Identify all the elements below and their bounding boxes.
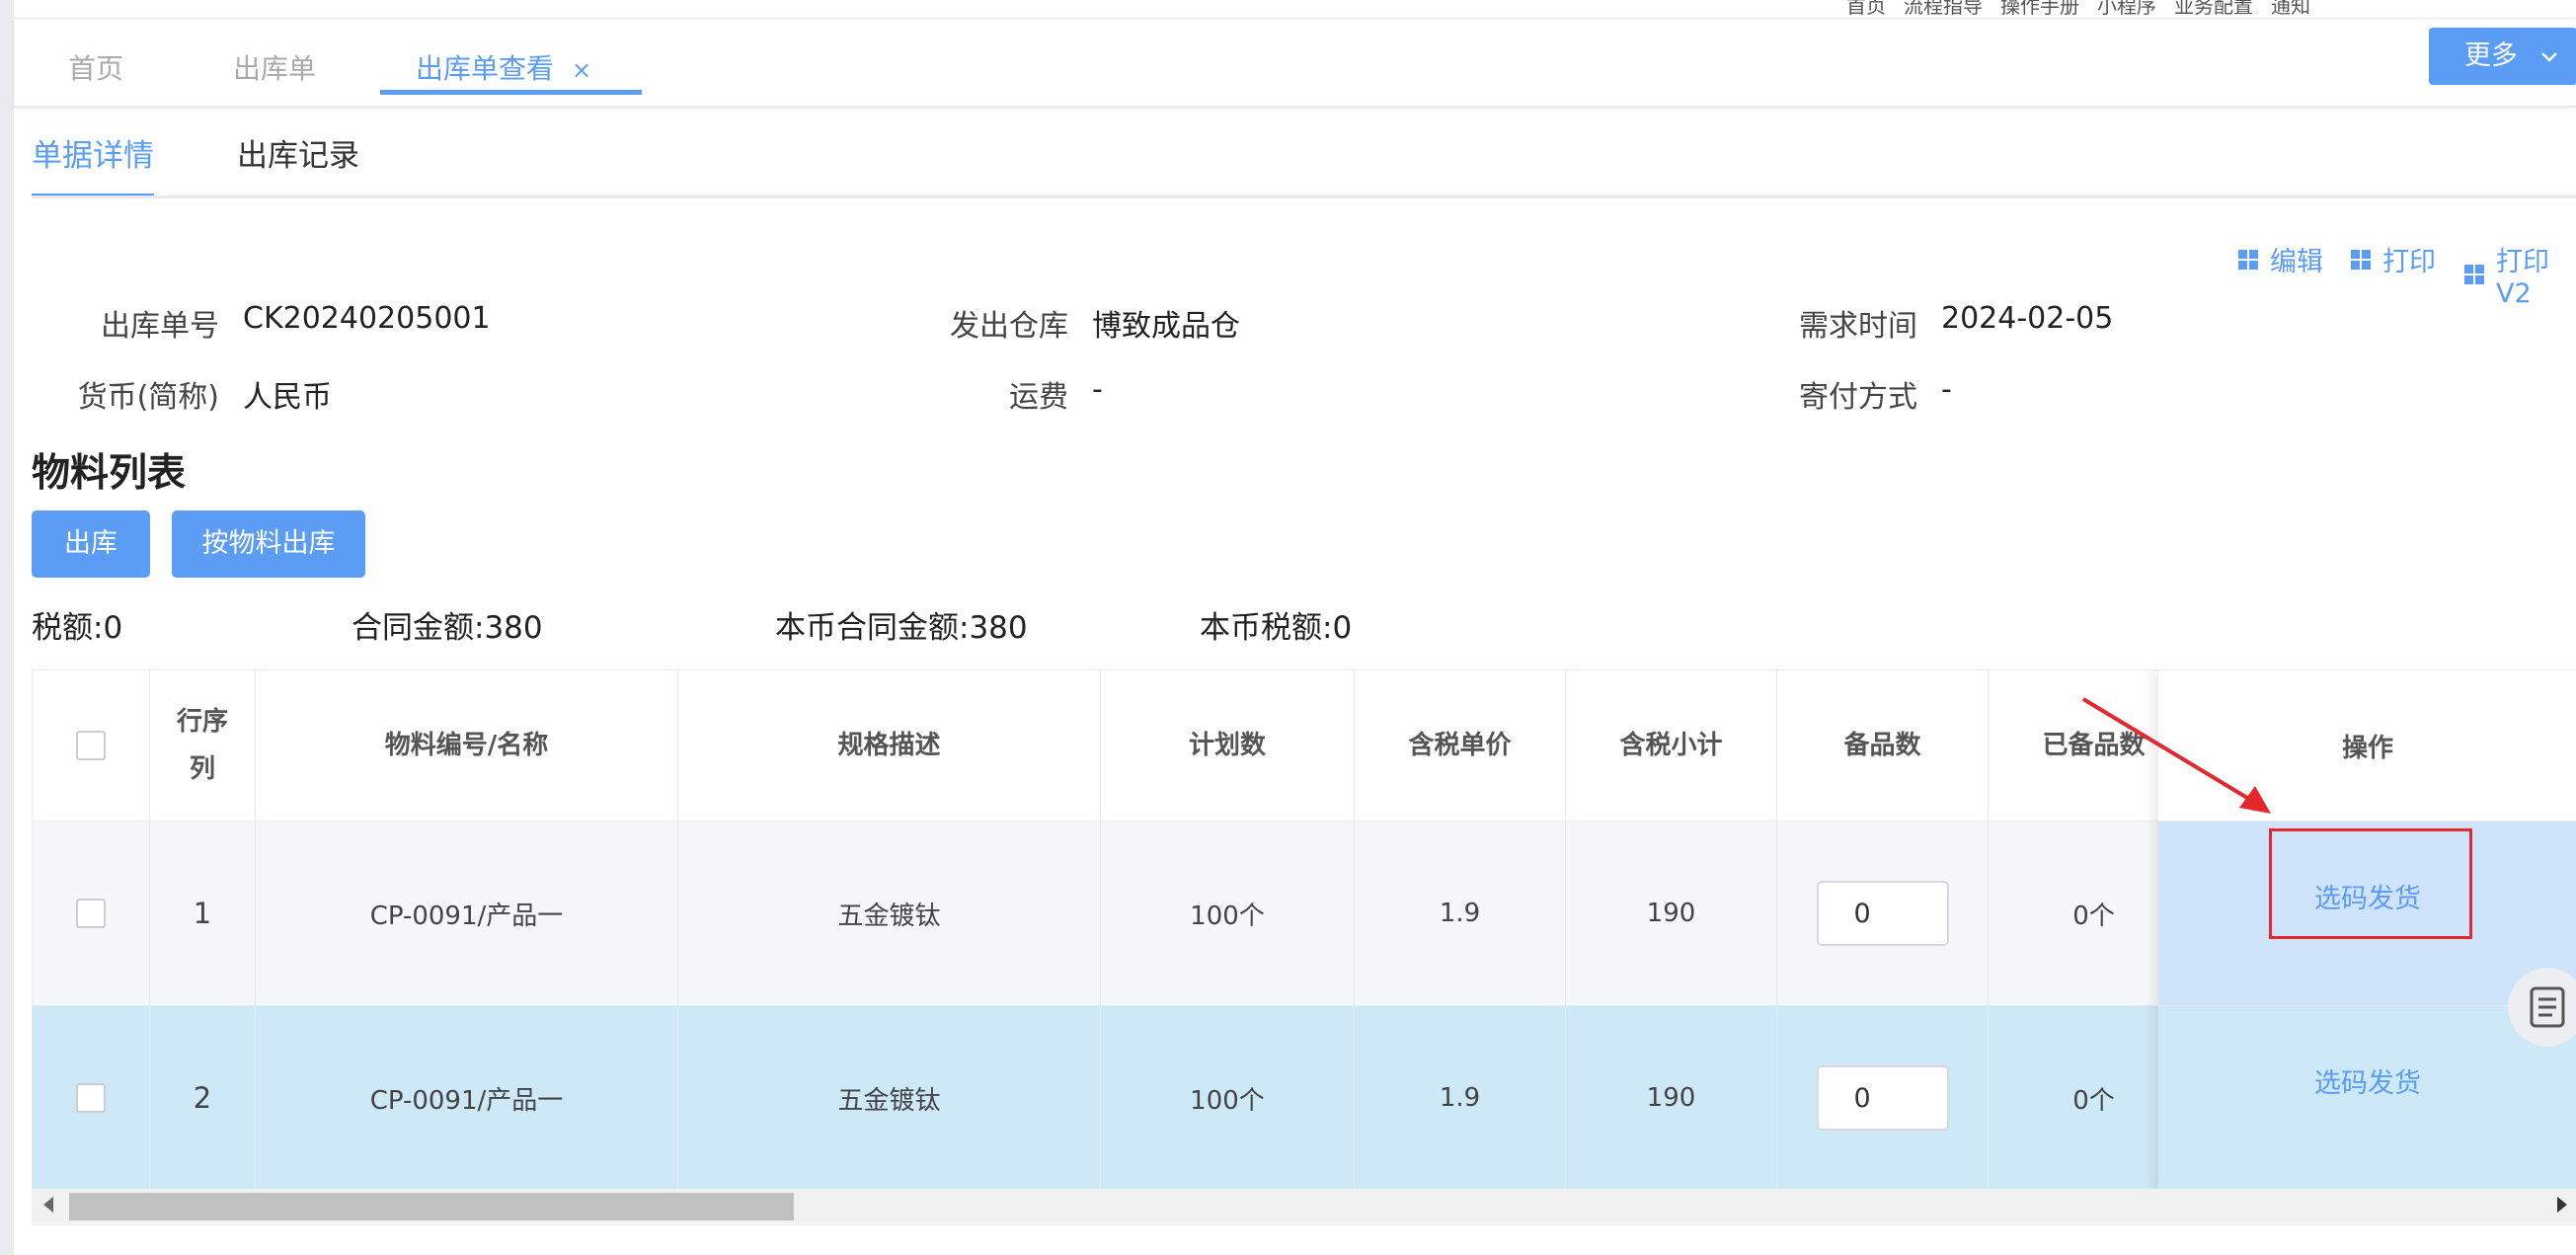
grid-icon bbox=[2464, 265, 2484, 284]
row-subtotal: 190 bbox=[1566, 1006, 1777, 1190]
print-v2-action-label: 打印V2 bbox=[2496, 247, 2549, 309]
more-button-label: 更多 bbox=[2464, 40, 2518, 71]
print-v2-action[interactable]: 打印V2 bbox=[2464, 240, 2576, 309]
row-seq: 2 bbox=[150, 1006, 256, 1190]
select-code-ship-link[interactable]: 选码发货 bbox=[2314, 1061, 2421, 1100]
row-checkbox[interactable] bbox=[76, 1083, 106, 1113]
order-no-value: CK20240205001 bbox=[243, 301, 491, 336]
row-spec: 五金镀钛 bbox=[678, 822, 1101, 1005]
header-plan: 计划数 bbox=[1101, 670, 1355, 821]
top-link-manual[interactable]: 操作手册 bbox=[2000, 0, 2079, 18]
tab-outbound-view[interactable]: 出库单查看 × bbox=[380, 39, 642, 95]
top-link-guide[interactable]: 流程指导 bbox=[1904, 0, 1983, 18]
annotation-highlight-box bbox=[2269, 828, 2472, 939]
currency-value: 人民币 bbox=[243, 380, 332, 415]
row-plan: 100个 bbox=[1101, 1006, 1355, 1190]
summary-local-contract-amount: 本币合同金额:380 bbox=[775, 610, 1028, 646]
scrollbar-thumb[interactable] bbox=[69, 1193, 794, 1220]
row-prepare-cell: 0 bbox=[1777, 822, 1989, 1005]
demand-time-label: 需求时间 bbox=[1799, 309, 1917, 344]
print-action[interactable]: 打印 bbox=[2351, 240, 2436, 278]
select-all-checkbox[interactable] bbox=[76, 731, 106, 760]
shipping-value: - bbox=[1941, 372, 1952, 407]
edit-action[interactable]: 编辑 bbox=[2238, 240, 2323, 278]
warehouse-label: 发出仓库 bbox=[950, 309, 1068, 344]
row-select-cell bbox=[33, 822, 150, 1005]
tab-outbound-list[interactable]: 出库单 bbox=[233, 39, 316, 100]
row-select-cell bbox=[33, 1006, 150, 1190]
summary-contract-amount: 合同金额:380 bbox=[351, 610, 543, 646]
header-seq-line2: 列 bbox=[189, 754, 215, 784]
tab-home-label: 首页 bbox=[68, 52, 124, 85]
summary-tax: 税额:0 bbox=[32, 610, 123, 646]
header-seq-line1: 行序 bbox=[176, 707, 228, 737]
select-all-cell bbox=[33, 670, 150, 821]
row-material: CP-0091/产品一 bbox=[256, 1006, 678, 1190]
close-icon[interactable]: × bbox=[572, 56, 591, 84]
document-icon bbox=[2530, 986, 2565, 1028]
subtab-records[interactable]: 出库记录 bbox=[237, 128, 359, 194]
top-link-notify[interactable]: 通知 bbox=[2271, 0, 2310, 18]
left-edge-strip bbox=[0, 0, 14, 1255]
tab-outbound-list-label: 出库单 bbox=[233, 52, 317, 85]
more-button[interactable]: 更多 bbox=[2429, 28, 2576, 85]
summary-local-tax: 本币税额:0 bbox=[1200, 610, 1353, 646]
subtab-divider bbox=[32, 196, 2576, 198]
tab-bar: 首页 出库单 出库单查看 × bbox=[14, 19, 2576, 108]
header-unit-price: 含税单价 bbox=[1355, 670, 1566, 821]
chevron-down-icon bbox=[2540, 51, 2557, 62]
header-seq: 行序 列 bbox=[150, 670, 256, 821]
top-link-miniapp[interactable]: 小程序 bbox=[2097, 0, 2156, 18]
row-plan: 100个 bbox=[1101, 822, 1355, 1005]
top-link-home[interactable]: 首页 bbox=[1846, 0, 1886, 18]
row-seq: 1 bbox=[150, 822, 256, 1005]
header-subtotal: 含税小计 bbox=[1566, 670, 1777, 821]
edit-action-label: 编辑 bbox=[2270, 247, 2323, 277]
print-action-label: 打印 bbox=[2382, 247, 2436, 277]
top-links: 首页 流程指导 操作手册 小程序 业务配置 通知 bbox=[1846, 0, 2328, 18]
row-material: CP-0091/产品一 bbox=[256, 822, 678, 1005]
row-prepare-cell: 0 bbox=[1777, 1006, 1989, 1190]
freight-value: - bbox=[1092, 372, 1103, 407]
row-unit-price: 1.9 bbox=[1355, 822, 1566, 1005]
grid-icon bbox=[2351, 249, 2371, 270]
header-prepare: 备品数 bbox=[1777, 670, 1989, 821]
outbound-button[interactable]: 出库 bbox=[32, 510, 150, 578]
subtab-detail[interactable]: 单据详情 bbox=[32, 128, 154, 198]
scroll-right-arrow-icon[interactable] bbox=[2557, 1197, 2567, 1213]
tab-outbound-view-label: 出库单查看 bbox=[416, 52, 555, 85]
row-operation-cell: 选码发货 bbox=[2158, 1006, 2576, 1190]
prepare-qty-input[interactable]: 0 bbox=[1816, 1065, 1949, 1131]
row-checkbox[interactable] bbox=[76, 899, 106, 928]
header-spec: 规格描述 bbox=[678, 670, 1101, 821]
freight-label: 运费 bbox=[1009, 380, 1068, 415]
top-link-config[interactable]: 业务配置 bbox=[2174, 0, 2253, 18]
scroll-left-arrow-icon[interactable] bbox=[43, 1197, 53, 1213]
row-unit-price: 1.9 bbox=[1355, 1006, 1566, 1190]
order-no-label: 出库单号 bbox=[101, 309, 219, 344]
currency-label: 货币(简称) bbox=[77, 380, 219, 415]
row-spec: 五金镀钛 bbox=[678, 1006, 1101, 1190]
section-title: 物料列表 bbox=[32, 451, 187, 496]
warehouse-value: 博致成品仓 bbox=[1092, 309, 1240, 344]
annotation-arrow-icon bbox=[2081, 697, 2271, 814]
grid-icon bbox=[2238, 249, 2258, 270]
row-subtotal: 190 bbox=[1566, 822, 1777, 1005]
shipping-label: 寄付方式 bbox=[1799, 380, 1917, 415]
prepare-qty-input[interactable]: 0 bbox=[1816, 881, 1949, 946]
tab-home[interactable]: 首页 bbox=[68, 39, 123, 100]
demand-time-value: 2024-02-05 bbox=[1941, 301, 2114, 336]
header-material: 物料编号/名称 bbox=[256, 670, 678, 821]
outbound-by-material-button[interactable]: 按物料出库 bbox=[172, 510, 365, 578]
